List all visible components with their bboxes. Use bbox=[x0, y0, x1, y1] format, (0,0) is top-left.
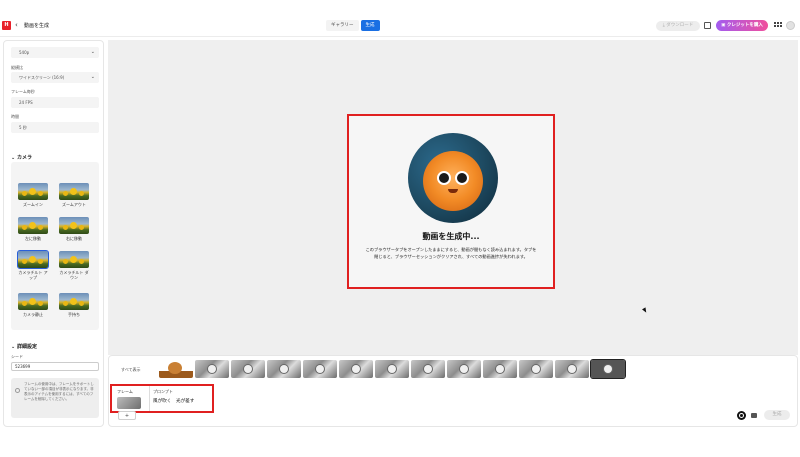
buy-credits-button[interactable]: ▣ クレジットを購入 bbox=[716, 20, 768, 31]
camera-option-label: カメラ静止 bbox=[23, 312, 43, 317]
status-title: 動画を生成中... bbox=[422, 232, 480, 241]
video-thumbnail[interactable] bbox=[519, 360, 553, 378]
camera-option-tilt-up[interactable]: カメラチルト アップ bbox=[17, 250, 49, 280]
camera-preview bbox=[59, 183, 89, 200]
video-thumbnail-selected[interactable] bbox=[590, 359, 626, 379]
frame-thumbnail[interactable] bbox=[117, 397, 141, 409]
frame-notice-text: フレームの使用中は、フレームをサポートしていない一部の項目が非表示になります。非… bbox=[24, 382, 94, 401]
top-bar: H ‹ 動画を生成 ギャラリー 生成 ⤓ ダウンロード ▣ クレジットを購入 bbox=[0, 16, 800, 37]
camera-option-label: 右に移動 bbox=[66, 236, 82, 241]
status-description: このブラウザータブをオープンしたままにすると、動画が間もなく読み込まれます。タブ… bbox=[365, 247, 537, 259]
generate-label: 生成 bbox=[772, 412, 782, 417]
app-logo[interactable]: H bbox=[2, 21, 11, 30]
page-title: 動画を生成 bbox=[24, 23, 50, 29]
prompt-label: プロンプト bbox=[153, 389, 173, 394]
advanced-section-title: 詳細設定 bbox=[16, 344, 37, 350]
loading-character-illustration bbox=[408, 133, 498, 223]
tab-generate[interactable]: 生成 bbox=[360, 20, 380, 31]
generating-status-card: 動画を生成中... このブラウザータブをオープンしたままにすると、動画が間もなく… bbox=[347, 114, 555, 289]
download-button[interactable]: ⤓ ダウンロード bbox=[656, 21, 700, 31]
camera-section-title: カメラ bbox=[16, 155, 32, 161]
settings-sidebar: 540p ⌄ 縦横比 ワイドスクリーン (16:9) ⌄ フレーム毎秒 24 F… bbox=[3, 40, 104, 427]
video-thumbnail[interactable] bbox=[447, 360, 481, 378]
seed-input[interactable]: 523699 bbox=[11, 362, 99, 371]
camera-preview bbox=[59, 293, 89, 310]
camera-preview bbox=[59, 251, 89, 268]
settings-toggle-icon[interactable] bbox=[751, 413, 757, 418]
fps-field[interactable]: 24 FPS bbox=[11, 97, 99, 108]
camera-option-label: 左に移動 bbox=[25, 236, 41, 241]
video-thumbnail[interactable] bbox=[195, 360, 229, 378]
camera-option-label: ズームアウト bbox=[62, 202, 86, 207]
camera-option-pan-right[interactable]: 右に移動 bbox=[59, 217, 89, 241]
frame-prompt-group: フレーム プロンプト 風が吹く 光が差す bbox=[110, 384, 214, 413]
download-label: ダウンロード bbox=[666, 23, 694, 28]
duration-label: 時間 bbox=[11, 114, 19, 119]
aspect-select[interactable]: ワイドスクリーン (16:9) ⌄ bbox=[11, 72, 99, 83]
camera-option-label: 手持ち bbox=[68, 312, 80, 317]
generate-button[interactable]: 生成 bbox=[764, 410, 790, 420]
camera-option-static[interactable]: カメラ静止 bbox=[18, 293, 48, 317]
video-thumbnail[interactable] bbox=[555, 360, 589, 378]
add-frame-button[interactable]: + bbox=[118, 411, 136, 420]
chevron-down-icon: ⌄ bbox=[90, 49, 95, 55]
camera-preview bbox=[17, 250, 49, 269]
eye bbox=[455, 171, 469, 185]
show-all-link[interactable]: すべて表示 bbox=[121, 367, 141, 373]
fps-label: フレーム毎秒 bbox=[11, 89, 35, 94]
camera-motion-panel: ズームイン ズームアウト 左に移動 右に移動 カメラチルト アップ カメラチルト… bbox=[11, 162, 99, 330]
timer-icon[interactable] bbox=[737, 411, 746, 420]
user-avatar[interactable] bbox=[786, 21, 795, 30]
mode-switch: ギャラリー 生成 bbox=[326, 20, 380, 31]
camera-option-zoom-in[interactable]: ズームイン bbox=[18, 183, 48, 207]
video-thumbnail-strip bbox=[159, 359, 626, 379]
feedback-icon[interactable] bbox=[704, 22, 711, 29]
video-thumbnail[interactable] bbox=[483, 360, 517, 378]
frame-label: フレーム bbox=[117, 389, 133, 394]
video-thumbnail[interactable] bbox=[375, 360, 409, 378]
duration-field[interactable]: 5 秒 bbox=[11, 122, 99, 133]
camera-option-label: カメラチルト ダウン bbox=[59, 270, 89, 280]
camera-preview bbox=[18, 293, 48, 310]
camera-option-label: カメラチルト アップ bbox=[18, 270, 48, 280]
frame-notice: フレームの使用中は、フレームをサポートしていない一部の項目が非表示になります。非… bbox=[11, 378, 99, 418]
video-thumbnail[interactable] bbox=[303, 360, 337, 378]
chevron-down-icon: ⌄ bbox=[90, 74, 95, 80]
video-thumbnail[interactable] bbox=[231, 360, 265, 378]
aspect-value: ワイドスクリーン (16:9) bbox=[19, 75, 65, 80]
camera-option-pan-left[interactable]: 左に移動 bbox=[18, 217, 48, 241]
creature-body bbox=[423, 151, 483, 211]
resolution-select[interactable]: 540p ⌄ bbox=[11, 47, 99, 58]
camera-option-zoom-out[interactable]: ズームアウト bbox=[59, 183, 89, 207]
seed-label: シード bbox=[11, 354, 23, 359]
camera-option-label: ズームイン bbox=[23, 202, 43, 207]
camera-preview bbox=[18, 217, 48, 234]
aspect-label: 縦横比 bbox=[11, 65, 23, 70]
camera-option-tilt-down[interactable]: カメラチルト ダウン bbox=[59, 251, 89, 280]
resolution-value: 540p bbox=[19, 50, 30, 55]
prompt-input[interactable]: 風が吹く 光が差す bbox=[153, 398, 194, 404]
camera-section-header[interactable]: ⌄ カメラ bbox=[11, 154, 32, 161]
eye bbox=[437, 171, 451, 185]
divider bbox=[149, 386, 150, 411]
video-thumbnail[interactable] bbox=[339, 360, 373, 378]
back-icon[interactable]: ‹ bbox=[15, 21, 18, 30]
camera-option-handheld[interactable]: 手持ち bbox=[59, 293, 89, 317]
video-thumbnail[interactable] bbox=[267, 360, 301, 378]
video-thumbnail[interactable] bbox=[159, 360, 193, 378]
buy-credits-label: クレジットを購入 bbox=[726, 23, 763, 28]
tab-gallery[interactable]: ギャラリー bbox=[326, 20, 359, 31]
camera-preview bbox=[18, 183, 48, 200]
mouth bbox=[448, 189, 458, 193]
advanced-section-header[interactable]: ⌄ 詳細設定 bbox=[11, 343, 37, 350]
info-icon bbox=[15, 388, 20, 393]
camera-preview bbox=[59, 217, 89, 234]
video-thumbnail[interactable] bbox=[411, 360, 445, 378]
apps-grid-icon[interactable] bbox=[774, 22, 782, 29]
